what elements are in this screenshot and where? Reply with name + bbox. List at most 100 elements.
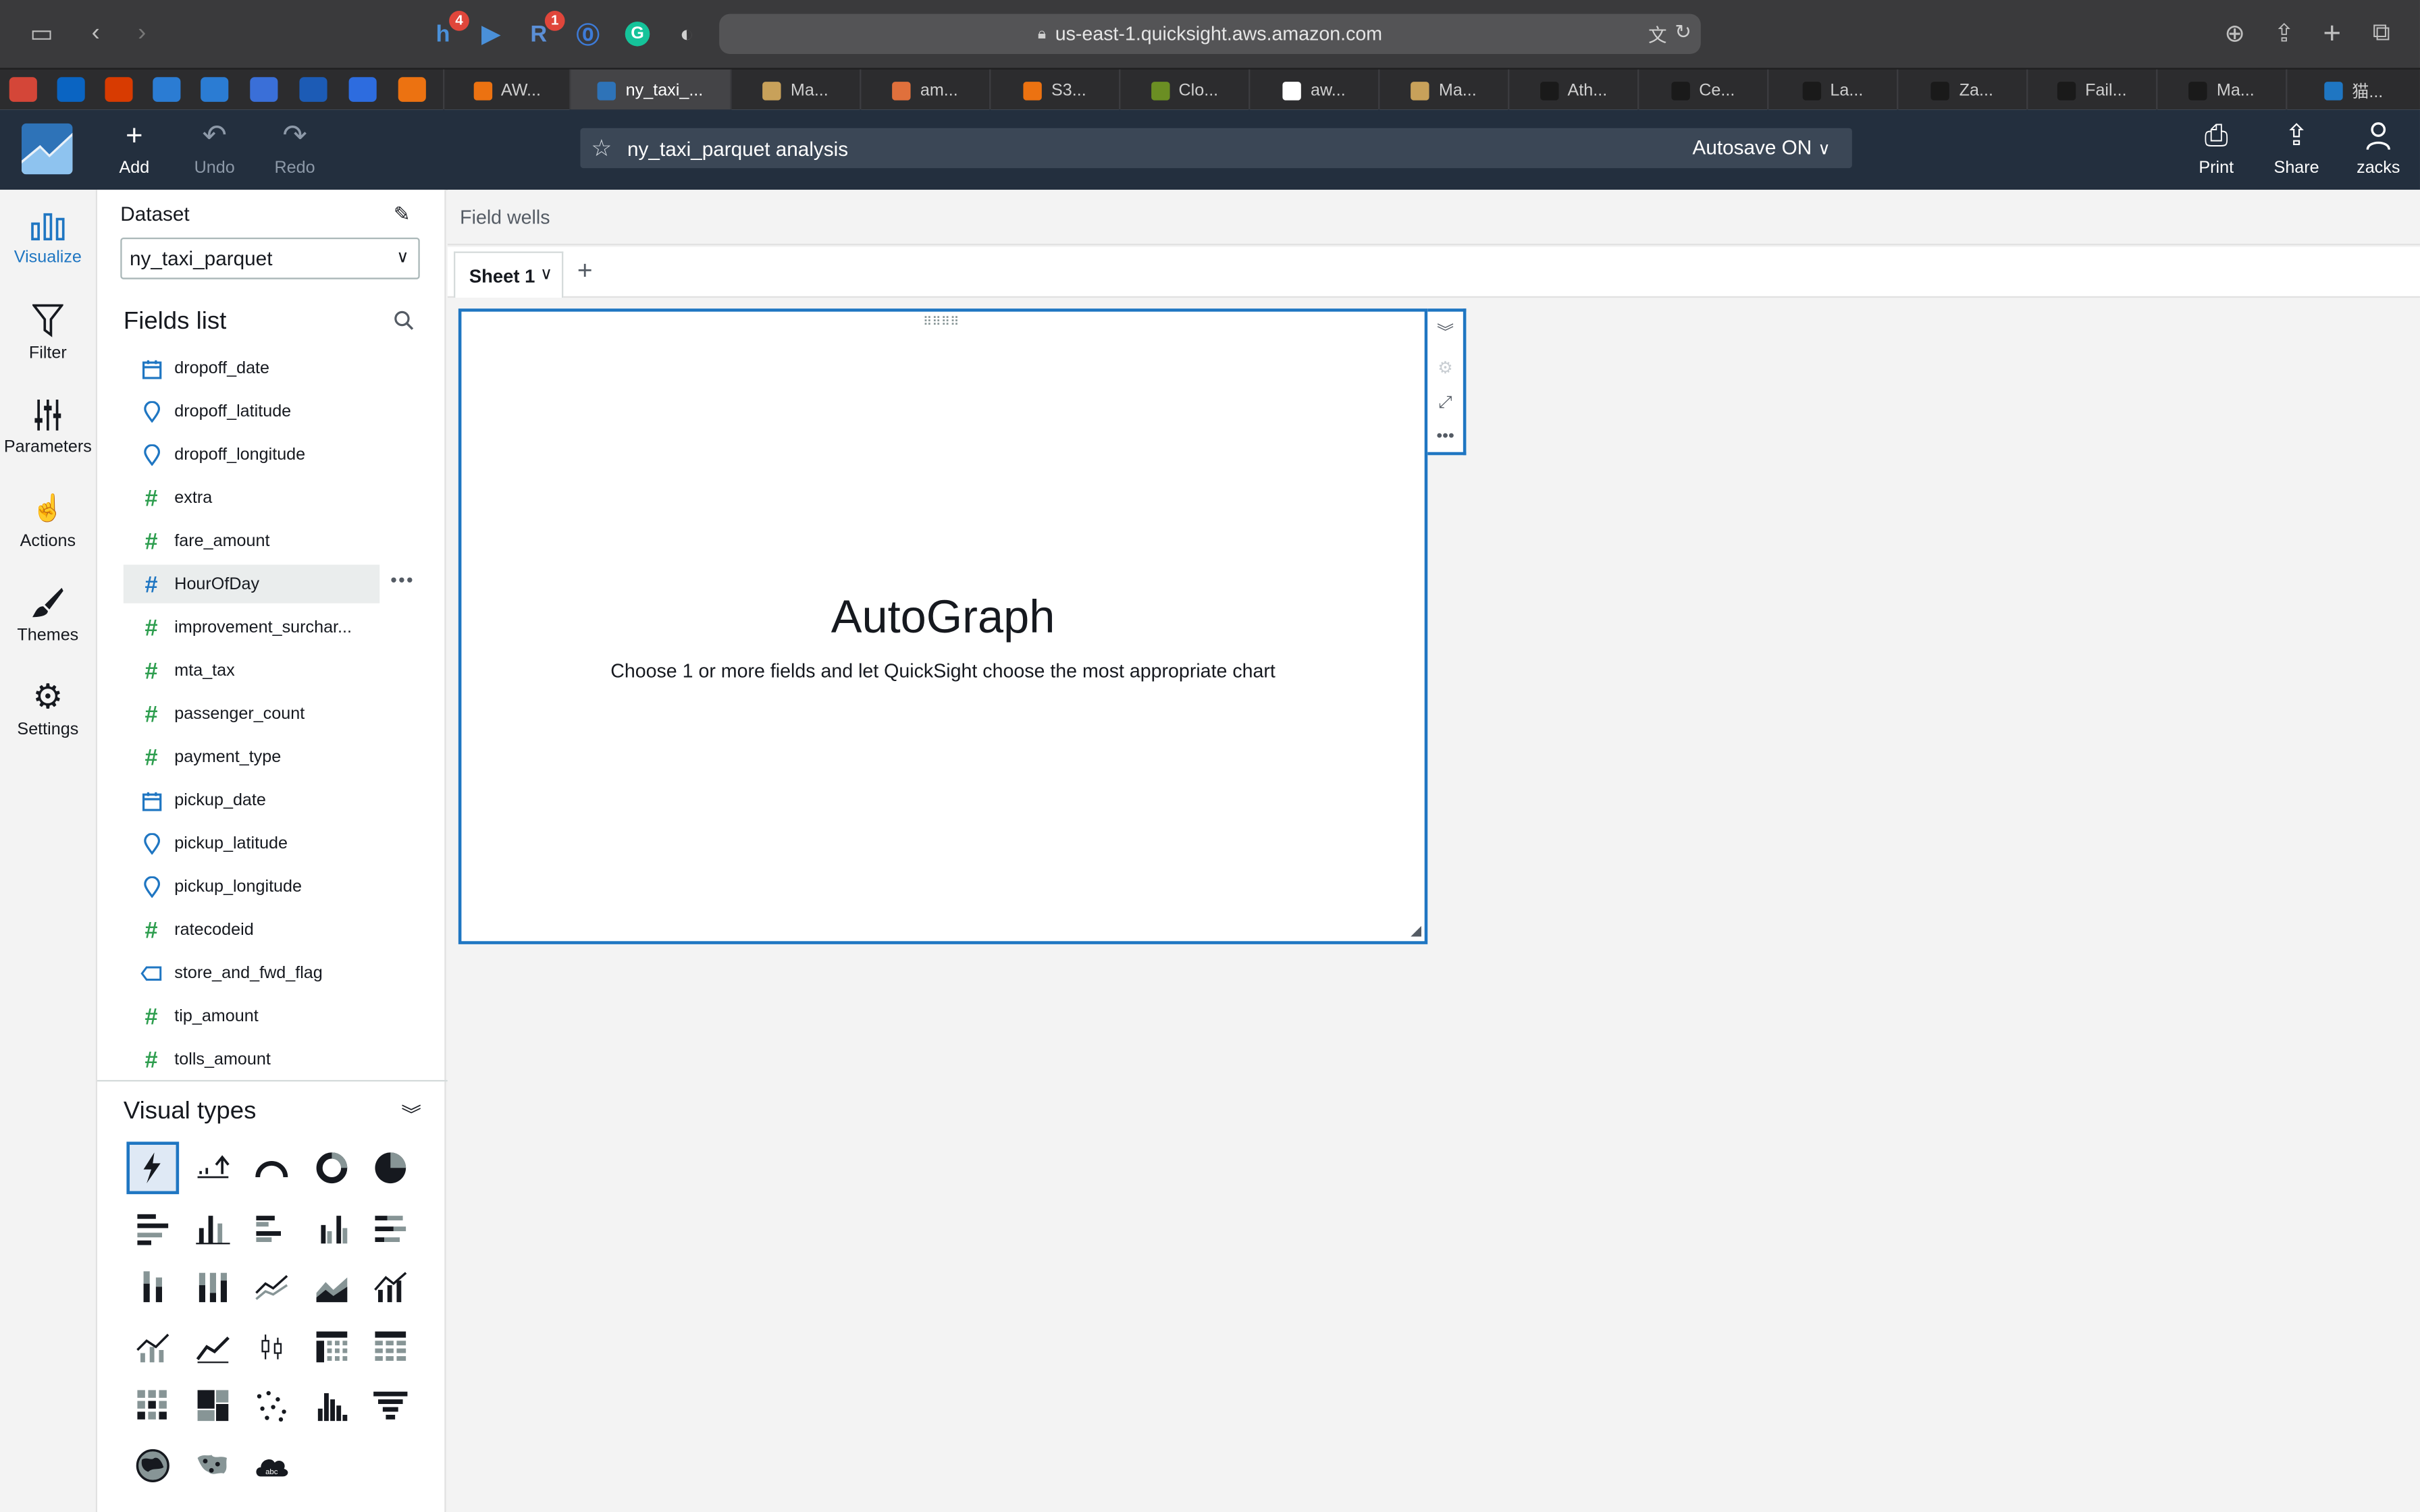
pinned-tab-app-icon[interactable] <box>250 77 278 102</box>
more-options-icon[interactable]: ••• <box>390 569 415 591</box>
field-item[interactable]: pickup_date <box>125 779 433 822</box>
funnel-icon[interactable] <box>364 1379 417 1432</box>
field-item[interactable]: dropoff_latitude <box>125 390 433 433</box>
scatter-plot-icon[interactable] <box>245 1379 298 1432</box>
vertical-bar-icon[interactable] <box>186 1201 238 1253</box>
nav-actions[interactable]: ☝ Actions <box>0 489 96 570</box>
field-item[interactable]: store_and_fwd_flag <box>125 952 433 995</box>
reload-icon[interactable]: ↻ <box>1675 20 1691 45</box>
share-page-icon[interactable]: ⇪ <box>2265 16 2303 53</box>
collapse-icon[interactable]: ︾ <box>1427 315 1463 348</box>
stacked-area-icon[interactable] <box>186 1320 238 1372</box>
analysis-name-bar[interactable]: ☆ ny_taxi_parquet analysis Autosave ON ∨ <box>580 128 1852 169</box>
forward-icon[interactable]: › <box>124 16 161 53</box>
browser-tab[interactable]: Ce... <box>1637 69 1767 111</box>
clustered-vertical-bar-icon[interactable] <box>305 1201 357 1253</box>
redo-button[interactable]: ↷ Redo <box>261 121 329 184</box>
combo-line-icon[interactable] <box>126 1320 179 1372</box>
pinned-tab-app-icon[interactable] <box>153 77 181 102</box>
clustered-horizontal-bar-icon[interactable] <box>245 1201 298 1253</box>
r-extension-icon[interactable]: R1 <box>522 10 565 51</box>
heat-map-icon[interactable] <box>126 1379 179 1432</box>
sidebar-toggle-icon[interactable]: ▭ <box>23 16 60 53</box>
line-chart-icon[interactable] <box>245 1260 298 1313</box>
table-icon[interactable] <box>364 1320 417 1372</box>
grammarly-extension-icon[interactable]: G <box>621 17 654 51</box>
analysis-name[interactable]: ny_taxi_parquet analysis <box>627 136 848 159</box>
browser-tab[interactable]: Ma... <box>730 69 860 111</box>
browser-tab[interactable]: Za... <box>1897 69 2026 111</box>
pie-chart-icon[interactable] <box>364 1141 417 1194</box>
browser-tab[interactable]: AW... <box>442 69 569 111</box>
shield-extension-icon[interactable]: ◐ <box>670 17 704 51</box>
expand-icon[interactable]: ⤢ <box>1427 385 1463 419</box>
pinned-tab-outlook-icon[interactable] <box>57 77 85 102</box>
pinned-tab-aws-icon[interactable] <box>398 77 426 102</box>
tab-overview-icon[interactable]: ⧉ <box>2363 16 2400 53</box>
edit-pencil-icon[interactable]: ✎ <box>394 202 411 227</box>
search-icon[interactable] <box>394 310 414 335</box>
browser-tab[interactable]: Ma... <box>2156 69 2286 111</box>
stacked-vertical-bar-icon[interactable] <box>126 1260 179 1313</box>
stacked-horizontal-bar-icon[interactable] <box>364 1201 417 1253</box>
field-item[interactable]: # tolls_amount <box>125 1038 433 1081</box>
combo-bar-line-icon[interactable] <box>364 1260 417 1313</box>
new-tab-icon[interactable]: + <box>2313 16 2350 53</box>
field-item[interactable]: dropoff_longitude <box>125 433 433 477</box>
field-item[interactable]: dropoff_date <box>125 347 433 390</box>
field-item[interactable]: # tip_amount <box>125 995 433 1038</box>
browser-tab[interactable]: S3... <box>989 69 1119 111</box>
browser-tab[interactable]: Fail... <box>2026 69 2156 111</box>
percent-stacked-bar-icon[interactable] <box>186 1260 238 1313</box>
add-sheet-icon[interactable]: + <box>577 256 593 287</box>
media-extension-icon[interactable]: ▶ <box>474 17 508 51</box>
tree-map-icon[interactable] <box>186 1379 238 1432</box>
field-wells-bar[interactable]: Field wells <box>447 190 2420 246</box>
star-icon[interactable]: ☆ <box>591 134 612 162</box>
nav-visualize[interactable]: Visualize <box>0 205 96 286</box>
browser-tab[interactable]: am... <box>860 69 989 111</box>
translate-icon[interactable]: 文 <box>1648 22 1666 48</box>
pinned-tab-office-icon[interactable] <box>105 77 133 102</box>
browser-tab[interactable]: Ma... <box>1378 69 1508 111</box>
field-item[interactable]: # payment_type <box>125 736 433 779</box>
user-menu-button[interactable]: zacks <box>2344 122 2413 184</box>
browser-tab[interactable]: 猫... <box>2286 69 2420 111</box>
nav-themes[interactable]: Themes <box>0 583 96 664</box>
point-map-icon[interactable] <box>186 1438 238 1491</box>
more-options-icon[interactable]: ••• <box>1427 420 1463 454</box>
kpi-icon[interactable] <box>186 1141 238 1194</box>
browser-tab[interactable]: Ath... <box>1508 69 1637 111</box>
autograph-icon[interactable] <box>126 1141 180 1195</box>
pinned-tab-app-icon[interactable] <box>348 77 377 102</box>
pinned-tab-app-icon[interactable] <box>299 77 327 102</box>
double-chevron-down-icon[interactable]: ︾ <box>401 1098 421 1127</box>
field-item[interactable]: # fare_amount <box>125 520 433 563</box>
pivot-table-icon[interactable] <box>305 1320 357 1372</box>
drag-handle-icon[interactable]: ⠿⠿⠿⠿ <box>923 315 959 329</box>
address-bar[interactable]: 🔒︎ us-east-1.quicksight.aws.amazon.com 文… <box>719 14 1701 54</box>
print-button[interactable]: ⎙ Print <box>2182 121 2251 184</box>
share-button[interactable]: ⇪ Share <box>2263 121 2331 184</box>
field-item[interactable]: # extra <box>125 477 433 520</box>
nav-filter[interactable]: Filter <box>0 301 96 381</box>
area-chart-icon[interactable] <box>305 1260 357 1313</box>
field-item[interactable]: # passenger_count <box>125 693 433 736</box>
browser-tab-active[interactable]: ny_taxi_... <box>569 69 731 111</box>
autograph-visual[interactable]: ⠿⠿⠿⠿ AutoGraph Choose 1 or more fields a… <box>458 308 1428 944</box>
browser-tab[interactable]: Clo... <box>1119 69 1248 111</box>
undo-button[interactable]: ↶ Undo <box>180 121 248 184</box>
pinned-tab-app-icon[interactable] <box>201 77 229 102</box>
quicksight-logo-icon[interactable] <box>21 123 73 175</box>
histogram-icon[interactable] <box>305 1379 357 1432</box>
autosave-dropdown[interactable]: Autosave ON ∨ <box>1693 136 1831 159</box>
field-item[interactable]: # improvement_surchar... <box>125 606 433 649</box>
add-button[interactable]: + Add <box>101 121 169 184</box>
field-item[interactable]: # mta_tax <box>125 649 433 693</box>
downloads-icon[interactable]: ⊕ <box>2216 16 2253 53</box>
pinned-tab-gmail-icon[interactable] <box>9 77 37 102</box>
box-plot-icon[interactable] <box>245 1320 298 1372</box>
horizontal-bar-icon[interactable] <box>126 1201 179 1253</box>
back-icon[interactable]: ‹ <box>77 16 114 53</box>
word-cloud-icon[interactable]: abc <box>245 1438 298 1491</box>
